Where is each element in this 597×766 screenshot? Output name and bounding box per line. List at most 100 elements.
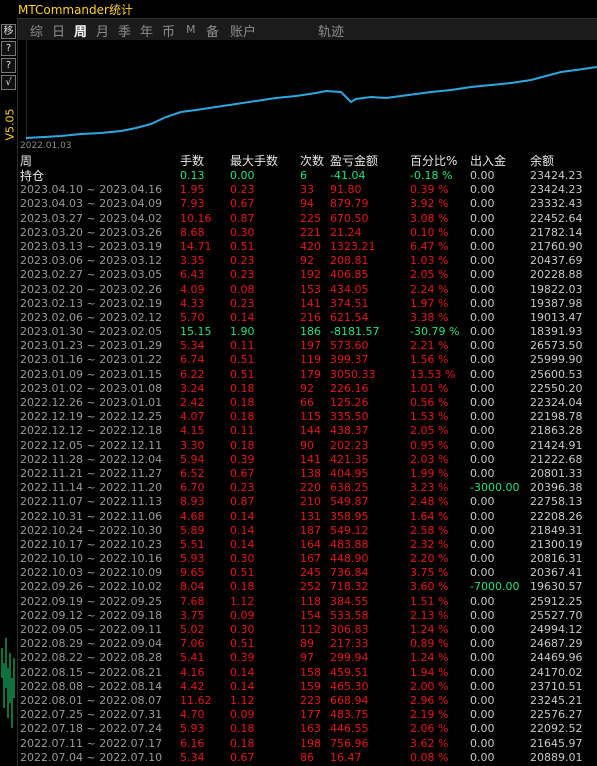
row-io: 0.00: [470, 197, 495, 211]
row-week: 2022.08.29 ~ 2022.09.04: [20, 637, 163, 651]
header-pct[interactable]: 百分比%: [410, 154, 457, 169]
table-row[interactable]: 2023.01.23 ~ 2023.01.29 5.34 0.11 197 573.60…: [19, 339, 597, 353]
row-week: 2023.02.27 ~ 2023.03.05: [20, 268, 163, 282]
row-balance: 20367.41: [530, 566, 583, 580]
table-row[interactable]: 2023.02.20 ~ 2023.02.26 4.09 0.08 153 434.05…: [19, 283, 597, 297]
table-row[interactable]: 2022.07.04 ~ 2022.07.10 5.34 0.67 86 16.47 0.…: [19, 751, 597, 765]
app-title: MTCommander统计: [18, 3, 133, 17]
row-max-lots: 0.23: [230, 254, 255, 268]
row-balance: 21645.97: [530, 736, 583, 750]
table-row[interactable]: 2022.09.26 ~ 2022.10.02 8.04 0.18 252 718.32…: [19, 580, 597, 594]
table-row[interactable]: 2023.02.27 ~ 2023.03.05 6.43 0.23 192 406.85…: [19, 268, 597, 282]
row-pct: 3.08 %: [410, 211, 449, 225]
tab-2[interactable]: 周: [74, 21, 87, 40]
row-week: 2023.02.20 ~ 2023.02.26: [20, 282, 163, 296]
row-count: 179: [300, 367, 321, 381]
table-row[interactable]: 2022.08.08 ~ 2022.08.14 4.42 0.14 159 465.30…: [19, 680, 597, 694]
table-row[interactable]: 2022.07.11 ~ 2022.07.17 6.16 0.18 198 756.96…: [19, 737, 597, 751]
row-balance: 24687.29: [530, 637, 583, 651]
table-row[interactable]: 2023.03.13 ~ 2023.03.19 14.71 0.51 420 1323.…: [19, 240, 597, 254]
help-button[interactable]: ?: [1, 41, 16, 56]
table-row[interactable]: 2023.02.06 ~ 2023.02.12 5.70 0.14 216 621.54…: [19, 311, 597, 325]
table-row[interactable]: 2023.01.16 ~ 2023.01.22 6.74 0.51 119 399.37…: [19, 353, 597, 367]
tab-5[interactable]: 年: [140, 21, 153, 40]
table-row[interactable]: 2022.08.15 ~ 2022.08.21 4.16 0.14 158 459.51…: [19, 666, 597, 680]
row-io: 0.00: [470, 537, 495, 551]
row-lots: 4.16: [180, 665, 205, 679]
move-button[interactable]: 移: [1, 24, 16, 39]
table-row[interactable]: 2023.04.03 ~ 2023.04.09 7.93 0.67 94 879.79 3…: [19, 197, 597, 211]
tab-9[interactable]: 账户: [230, 21, 256, 40]
row-count: 198: [300, 736, 321, 750]
table-row[interactable]: 2022.11.28 ~ 2022.12.04 5.94 0.39 141 421.35…: [19, 453, 597, 467]
table-row[interactable]: 2022.08.01 ~ 2022.08.07 11.62 1.12 223 668.9…: [19, 694, 597, 708]
table-row[interactable]: 2022.09.19 ~ 2022.09.25 7.68 1.12 118 384.55…: [19, 595, 597, 609]
table-row[interactable]: 2023.03.20 ~ 2023.03.26 8.68 0.30 221 21.24 0…: [19, 226, 597, 240]
header-max-lots[interactable]: 最大手数: [230, 154, 278, 169]
table-row[interactable]: 2023.03.27 ~ 2023.04.02 10.16 0.87 225 670.5…: [19, 212, 597, 226]
holding-max: 0.00: [230, 169, 255, 182]
table-row[interactable]: 2022.08.29 ~ 2022.09.04 7.06 0.51 89 217.33 0…: [19, 637, 597, 651]
table-row[interactable]: 2022.10.31 ~ 2022.11.06 4.68 0.14 131 358.95…: [19, 510, 597, 524]
row-lots: 6.22: [180, 367, 205, 381]
table-row[interactable]: 2022.11.21 ~ 2022.11.27 6.52 0.67 138 404.95…: [19, 467, 597, 481]
table-row[interactable]: 2022.12.12 ~ 2022.12.18 4.15 0.11 144 438.37…: [19, 424, 597, 438]
table-row[interactable]: 2023.01.09 ~ 2023.01.15 6.22 0.51 179 3050.3…: [19, 368, 597, 382]
tab-10[interactable]: 轨迹: [318, 21, 344, 40]
row-balance: 22758.13: [530, 495, 583, 509]
row-balance: 22208.26: [530, 509, 583, 523]
row-balance: 23424.23: [530, 183, 583, 197]
table-row[interactable]: 2023.01.02 ~ 2023.01.08 3.24 0.18 92 226.16 1…: [19, 382, 597, 396]
header-io[interactable]: 出入金: [470, 154, 506, 169]
row-io: 0.00: [470, 736, 495, 750]
check-button[interactable]: √: [1, 75, 16, 90]
table-row[interactable]: 2022.09.05 ~ 2022.09.11 5.02 0.30 112 306.83…: [19, 623, 597, 637]
holding-lots: 0.13: [180, 169, 205, 182]
row-pl: 3050.33: [330, 367, 376, 381]
table-row[interactable]: 2022.12.05 ~ 2022.12.11 3.30 0.18 90 202.23 0…: [19, 439, 597, 453]
table-row[interactable]: 2022.11.07 ~ 2022.11.13 8.93 0.87 210 549.87…: [19, 495, 597, 509]
tab-0[interactable]: 综: [30, 21, 43, 40]
table-row[interactable]: 2022.11.14 ~ 2022.11.20 6.70 0.23 220 638.25…: [19, 481, 597, 495]
table-row[interactable]: 2022.12.26 ~ 2023.01.01 2.42 0.18 66 125.26 0…: [19, 396, 597, 410]
table-row[interactable]: 2022.08.22 ~ 2022.08.28 5.41 0.39 97 299.94 1…: [19, 651, 597, 665]
tab-8[interactable]: 备: [206, 21, 219, 40]
header-lots[interactable]: 手数: [180, 154, 204, 169]
row-pl: 421.35: [330, 452, 369, 466]
help2-button[interactable]: ?: [1, 58, 16, 73]
tab-1[interactable]: 日: [52, 21, 65, 40]
table-row[interactable]: 2022.10.24 ~ 2022.10.30 5.89 0.14 187 549.12…: [19, 524, 597, 538]
header-week[interactable]: 周: [20, 154, 32, 169]
row-week: 2022.09.12 ~ 2022.09.18: [20, 608, 163, 622]
row-count: 89: [300, 637, 314, 651]
tab-3[interactable]: 月: [96, 21, 109, 40]
tab-6[interactable]: 币: [162, 21, 175, 40]
row-io: -7000.00: [470, 580, 520, 594]
row-balance: 21424.91: [530, 438, 583, 452]
header-balance[interactable]: 余额: [530, 154, 554, 169]
row-count: 163: [300, 722, 321, 736]
tab-4[interactable]: 季: [118, 21, 131, 40]
table-row[interactable]: 2023.03.06 ~ 2023.03.12 3.35 0.23 92 208.81 1…: [19, 254, 597, 268]
table-row[interactable]: 2023.01.30 ~ 2023.02.05 15.15 1.90 186 -8181…: [19, 325, 597, 339]
table-row[interactable]: 2022.12.19 ~ 2022.12.25 4.07 0.18 115 335.50…: [19, 410, 597, 424]
row-count: 420: [300, 239, 321, 253]
table-row[interactable]: 2023.02.13 ~ 2023.02.19 4.33 0.23 141 374.51…: [19, 297, 597, 311]
table-row[interactable]: 2022.10.10 ~ 2022.10.16 5.93 0.30 167 448.90…: [19, 552, 597, 566]
table-row[interactable]: 2023.04.10 ~ 2023.04.16 1.95 0.23 33 91.80 0.…: [19, 183, 597, 197]
row-lots: 8.93: [180, 495, 205, 509]
table-row[interactable]: 2022.07.18 ~ 2022.07.24 5.93 0.18 163 446.55…: [19, 722, 597, 736]
table-row[interactable]: 2022.10.03 ~ 2022.10.09 9.65 0.51 245 736.84…: [19, 566, 597, 580]
header-count[interactable]: 次数: [300, 154, 324, 169]
row-pct: 2.21 %: [410, 339, 449, 353]
row-lots: 5.94: [180, 452, 205, 466]
header-pl[interactable]: 盈亏金额: [330, 154, 378, 169]
table-row[interactable]: 2022.10.17 ~ 2022.10.23 5.51 0.14 164 483.88…: [19, 538, 597, 552]
row-pl: 125.26: [330, 396, 369, 409]
row-max-lots: 0.18: [230, 722, 255, 736]
table-row[interactable]: 2022.07.25 ~ 2022.07.31 4.70 0.09 177 483.75…: [19, 708, 597, 722]
tab-7[interactable]: M: [186, 23, 196, 36]
row-pl: 483.88: [330, 537, 369, 551]
table-row[interactable]: 2022.09.12 ~ 2022.09.18 3.75 0.09 154 533.58…: [19, 609, 597, 623]
row-max-lots: 0.18: [230, 580, 255, 594]
